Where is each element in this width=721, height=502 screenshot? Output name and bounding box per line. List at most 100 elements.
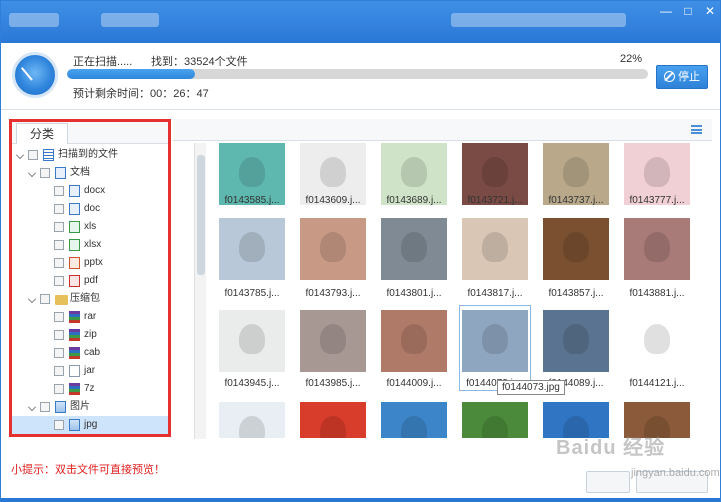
tree-checkbox[interactable] bbox=[40, 294, 50, 304]
photo-subject bbox=[563, 232, 589, 262]
photo-subject bbox=[563, 157, 589, 187]
archive-icon bbox=[69, 347, 80, 359]
image-thumbnail[interactable] bbox=[219, 218, 285, 280]
tree-item-扫描到的文件[interactable]: 扫描到的文件 bbox=[12, 146, 168, 164]
tree-checkbox[interactable] bbox=[54, 420, 64, 430]
image-thumbnail[interactable] bbox=[381, 402, 447, 438]
tree-checkbox[interactable] bbox=[54, 312, 64, 322]
image-thumbnail[interactable] bbox=[543, 218, 609, 280]
image-thumbnail[interactable] bbox=[462, 402, 528, 438]
tree-checkbox[interactable] bbox=[54, 204, 64, 214]
tab-category[interactable]: 分类 bbox=[16, 123, 68, 144]
tree-checkbox[interactable] bbox=[54, 258, 64, 268]
file-name-caption: f0143785.j... bbox=[224, 288, 280, 299]
tree-checkbox[interactable] bbox=[54, 330, 64, 340]
minimize-button[interactable]: — bbox=[655, 3, 677, 19]
tree-item-7z[interactable]: 7z bbox=[12, 380, 168, 398]
tree-item-zip[interactable]: zip bbox=[12, 326, 168, 344]
archive-icon bbox=[69, 311, 80, 323]
watermark: Baidu 经验 bbox=[556, 437, 666, 459]
tree-item-文档[interactable]: 文档 bbox=[12, 164, 168, 182]
tree-item-label: 扫描到的文件 bbox=[58, 149, 118, 160]
photo-subject bbox=[320, 157, 346, 187]
tree-checkbox[interactable] bbox=[28, 150, 38, 160]
title-menu-blur bbox=[451, 13, 626, 27]
tree-item-cab[interactable]: cab bbox=[12, 344, 168, 362]
file-name-caption: f0143609.j... bbox=[305, 195, 361, 206]
watermark-sub: jingyan.baidu.com bbox=[631, 467, 720, 479]
image-thumbnail[interactable] bbox=[381, 310, 447, 372]
tree-item-label: docx bbox=[84, 185, 106, 196]
menu-icon[interactable] bbox=[691, 125, 702, 134]
stop-button[interactable]: 停止 bbox=[656, 65, 708, 89]
tree-item-pdf[interactable]: pdf bbox=[12, 272, 168, 290]
image-thumbnail[interactable] bbox=[300, 218, 366, 280]
image-thumbnail[interactable] bbox=[543, 310, 609, 372]
tree-checkbox[interactable] bbox=[54, 384, 64, 394]
tree-item-docx[interactable]: docx bbox=[12, 182, 168, 200]
photo-subject bbox=[482, 232, 508, 262]
bottom-button-1[interactable] bbox=[586, 471, 630, 493]
tree-scroll-thumb[interactable] bbox=[197, 155, 205, 275]
photo-subject bbox=[401, 157, 427, 187]
maximize-button[interactable]: □ bbox=[677, 3, 699, 19]
photo-subject bbox=[644, 324, 670, 354]
photo-subject bbox=[320, 232, 346, 262]
tree-item-label: jpg bbox=[84, 419, 98, 430]
tree-item-label: pdf bbox=[84, 275, 98, 286]
file-name-caption: f0143881.j... bbox=[629, 288, 685, 299]
tree-checkbox[interactable] bbox=[54, 348, 64, 358]
image-thumbnail[interactable] bbox=[300, 310, 366, 372]
chevron-down-icon[interactable] bbox=[28, 403, 36, 411]
photo-subject bbox=[401, 416, 427, 438]
photo-subject bbox=[239, 324, 265, 354]
photo-subject bbox=[644, 157, 670, 187]
tree-item-图片[interactable]: 图片 bbox=[12, 398, 168, 416]
found-count: 找到：33524个文件 bbox=[151, 56, 248, 68]
file-name-caption: f0143585.j... bbox=[224, 195, 280, 206]
image-thumbnail[interactable] bbox=[219, 310, 285, 372]
chevron-down-icon[interactable] bbox=[28, 169, 36, 177]
category-panel: 分类 扫描到的文件文档 docx doc xls xlsx pptx pdf 压缩包 rar zi… bbox=[9, 119, 171, 437]
tree-item-xls[interactable]: xls bbox=[12, 218, 168, 236]
image-thumbnail[interactable] bbox=[300, 402, 366, 438]
image-thumbnail[interactable] bbox=[624, 218, 690, 280]
photo-subject bbox=[239, 232, 265, 262]
tree-item-label: xlsx bbox=[84, 239, 102, 250]
tree-checkbox[interactable] bbox=[40, 168, 50, 178]
tree-checkbox[interactable] bbox=[40, 402, 50, 412]
stop-label: 停止 bbox=[678, 71, 700, 83]
image-thumbnail[interactable] bbox=[219, 402, 285, 438]
tree-item-rar[interactable]: rar bbox=[12, 308, 168, 326]
tree-item-xlsx[interactable]: xlsx bbox=[12, 236, 168, 254]
file-name-caption: f0143689.j... bbox=[386, 195, 442, 206]
tree-item-pptx[interactable]: pptx bbox=[12, 254, 168, 272]
tree-checkbox[interactable] bbox=[54, 240, 64, 250]
tree-checkbox[interactable] bbox=[54, 222, 64, 232]
tree-scrollbar[interactable] bbox=[194, 143, 206, 439]
image-thumbnail[interactable] bbox=[381, 218, 447, 280]
tree-checkbox[interactable] bbox=[54, 276, 64, 286]
folder-icon bbox=[55, 295, 68, 305]
stop-icon bbox=[664, 71, 675, 82]
tree-item-压缩包[interactable]: 压缩包 bbox=[12, 290, 168, 308]
progress-bar bbox=[67, 69, 648, 79]
photo-subject bbox=[401, 324, 427, 354]
image-icon bbox=[69, 419, 80, 431]
file-name-caption: f0143817.j... bbox=[467, 288, 523, 299]
tree-item-jar[interactable]: jar bbox=[12, 362, 168, 380]
chevron-down-icon[interactable] bbox=[28, 295, 36, 303]
image-thumbnail[interactable] bbox=[462, 218, 528, 280]
close-button[interactable]: ✕ bbox=[699, 3, 721, 19]
file-name-caption: f0143801.j... bbox=[386, 288, 442, 299]
tree-checkbox[interactable] bbox=[54, 366, 64, 376]
pdf-icon bbox=[69, 275, 80, 287]
tree-item-jpg[interactable]: jpg bbox=[12, 416, 168, 434]
file-name-caption: f0143857.j... bbox=[548, 288, 604, 299]
tree-item-label: pptx bbox=[84, 257, 103, 268]
tree-item-doc[interactable]: doc bbox=[12, 200, 168, 218]
tree-checkbox[interactable] bbox=[54, 186, 64, 196]
scan-status: 正在扫描..... bbox=[73, 56, 133, 68]
image-thumbnail[interactable] bbox=[624, 310, 690, 372]
chevron-down-icon[interactable] bbox=[16, 151, 24, 159]
